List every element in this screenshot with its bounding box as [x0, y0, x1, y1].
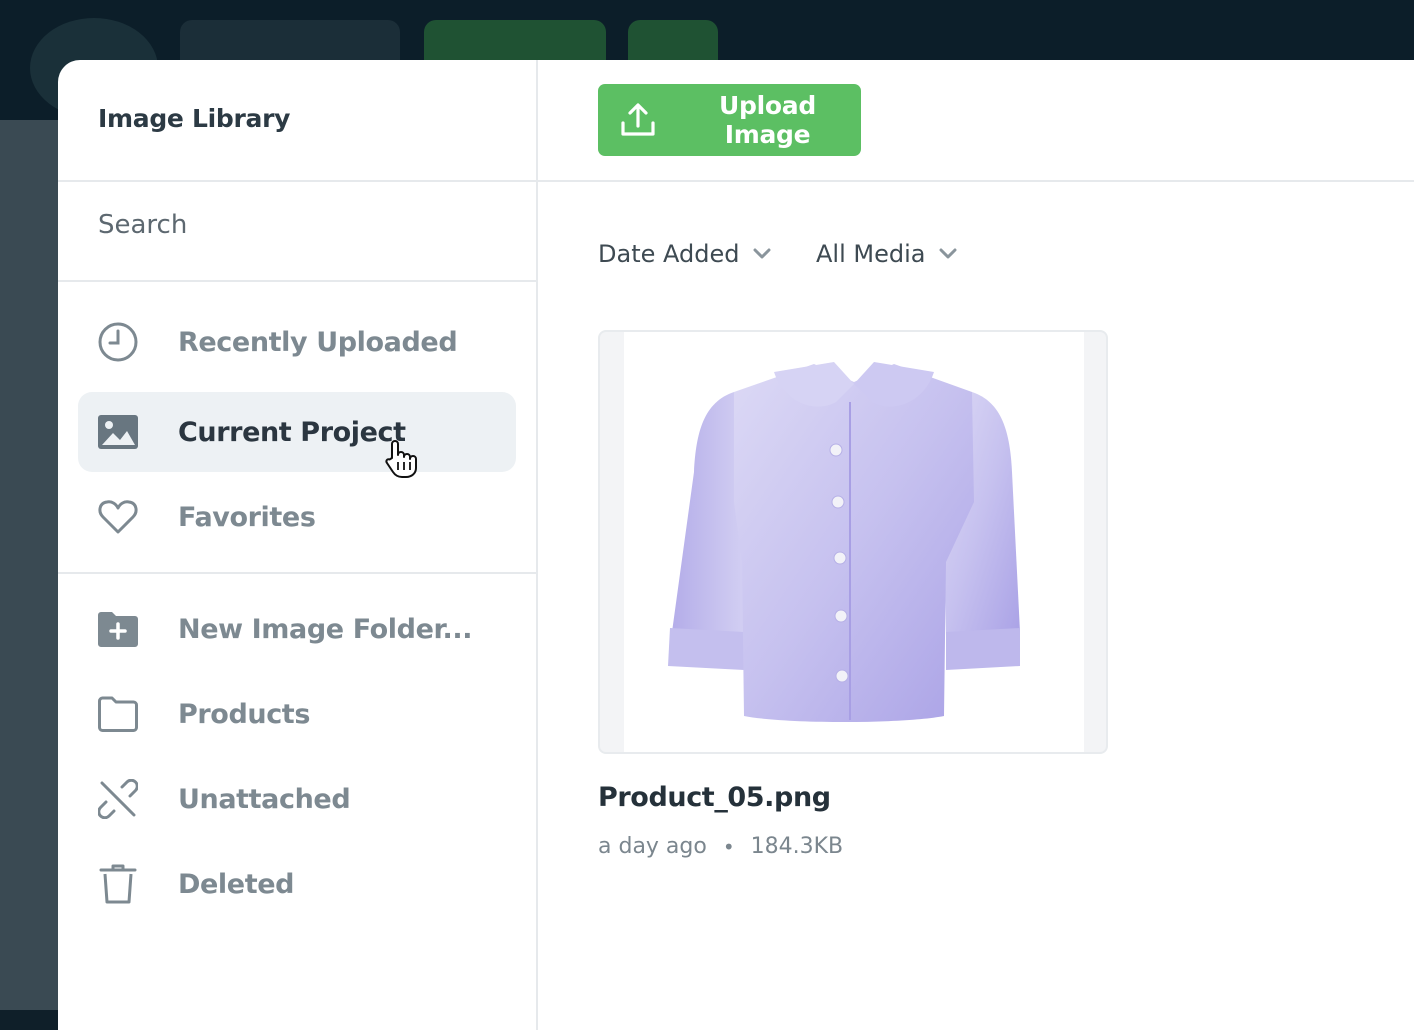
unlink-icon: [98, 779, 138, 819]
sidebar-item-label: Recently Uploaded: [178, 326, 458, 358]
divider: [58, 280, 536, 282]
modal-title: Image Library: [98, 104, 291, 133]
divider: [58, 180, 536, 182]
upload-button-label: Upload Image: [719, 91, 816, 149]
trash-icon: [98, 864, 138, 904]
sidebar-item-label: Unattached: [178, 783, 351, 815]
upload-image-button[interactable]: Upload Image: [598, 84, 861, 156]
file-size: 184.3KB: [750, 834, 844, 859]
sidebar-item-label: Favorites: [178, 501, 316, 533]
media-filter-dropdown[interactable]: All Media: [816, 240, 957, 268]
sidebar-item-unattached[interactable]: Unattached: [78, 759, 516, 839]
image-thumbnail: [624, 332, 1084, 752]
background-sidebar: [0, 120, 58, 1010]
sidebar-item-label: New Image Folder...: [178, 613, 473, 645]
image-icon: [98, 412, 138, 452]
sidebar-item-recently-uploaded[interactable]: Recently Uploaded: [78, 302, 516, 382]
separator-dot: •: [722, 834, 735, 859]
sort-dropdown-label: Date Added: [598, 240, 740, 268]
divider: [58, 572, 536, 574]
file-name: Product_05.png: [598, 782, 831, 813]
chevron-down-icon: [939, 248, 957, 259]
library-sidebar: Image Library Recently Uploaded Current …: [58, 60, 538, 1030]
upload-icon: [620, 102, 656, 138]
folder-icon: [98, 694, 138, 734]
media-filter-label: All Media: [816, 240, 926, 268]
sidebar-item-label: Deleted: [178, 868, 295, 900]
heart-icon: [98, 497, 138, 537]
library-main: Upload Image Date Added All Media Produc…: [538, 60, 1414, 1030]
chevron-down-icon: [753, 248, 771, 259]
sidebar-item-products[interactable]: Products: [78, 674, 516, 754]
folder-plus-icon: [98, 609, 138, 649]
image-card[interactable]: [598, 330, 1108, 754]
sidebar-item-label: Current Project: [178, 416, 406, 448]
sidebar-item-favorites[interactable]: Favorites: [78, 477, 516, 557]
sidebar-item-current-project[interactable]: Current Project: [78, 392, 516, 478]
file-age: a day ago: [598, 834, 707, 859]
divider: [538, 180, 1414, 182]
image-library-modal: Image Library Recently Uploaded Current …: [58, 60, 1414, 1030]
sidebar-item-label: Products: [178, 698, 310, 730]
sidebar-item-deleted[interactable]: Deleted: [78, 844, 516, 924]
file-meta: a day ago • 184.3KB: [598, 834, 843, 859]
search-input[interactable]: [98, 210, 498, 240]
clock-icon: [98, 322, 138, 362]
jacket-image: [668, 362, 1020, 722]
sidebar-item-new-image-folder[interactable]: New Image Folder...: [78, 589, 516, 669]
sort-dropdown[interactable]: Date Added: [598, 240, 771, 268]
